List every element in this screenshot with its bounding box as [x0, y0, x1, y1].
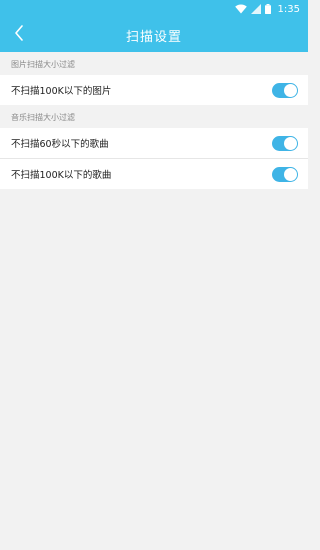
setting-row-music-60s[interactable]: 不扫描60秒以下的歌曲: [0, 128, 308, 158]
setting-row-music-100k[interactable]: 不扫描100K以下的歌曲: [0, 159, 308, 189]
setting-row-image-100k[interactable]: 不扫描100K以下的图片: [0, 75, 308, 105]
back-button[interactable]: [6, 18, 32, 52]
setting-label: 不扫描100K以下的图片: [11, 86, 112, 97]
setting-label: 不扫描100K以下的歌曲: [11, 170, 112, 181]
section-header-music-filter: 音乐扫描大小过滤: [0, 108, 308, 128]
toggle-switch-music-100k[interactable]: [272, 166, 298, 182]
setting-label: 不扫描60秒以下的歌曲: [11, 139, 109, 150]
section-header-image-filter: 图片扫描大小过滤: [0, 55, 308, 75]
page-title: 扫描设置: [125, 29, 182, 45]
toggle-knob: [284, 167, 297, 181]
status-icons: 1:35: [234, 3, 300, 15]
battery-icon: [264, 4, 271, 14]
toggle-knob: [284, 136, 297, 150]
toggle-knob: [284, 83, 297, 97]
scan-settings-screen: 1:35 扫描设置 图片扫描大小过滤 不扫描100K以下的图片 音乐扫描大小过滤…: [0, 0, 308, 550]
chevron-left-icon: [14, 25, 24, 45]
title-bar: 扫描设置: [0, 18, 308, 52]
toggle-switch-image-100k[interactable]: [272, 82, 298, 98]
signal-icon: [250, 4, 261, 14]
status-time: 1:35: [277, 3, 300, 15]
wifi-icon: [234, 4, 247, 14]
toggle-switch-music-60s[interactable]: [272, 135, 298, 151]
status-bar: 1:35: [0, 0, 308, 18]
